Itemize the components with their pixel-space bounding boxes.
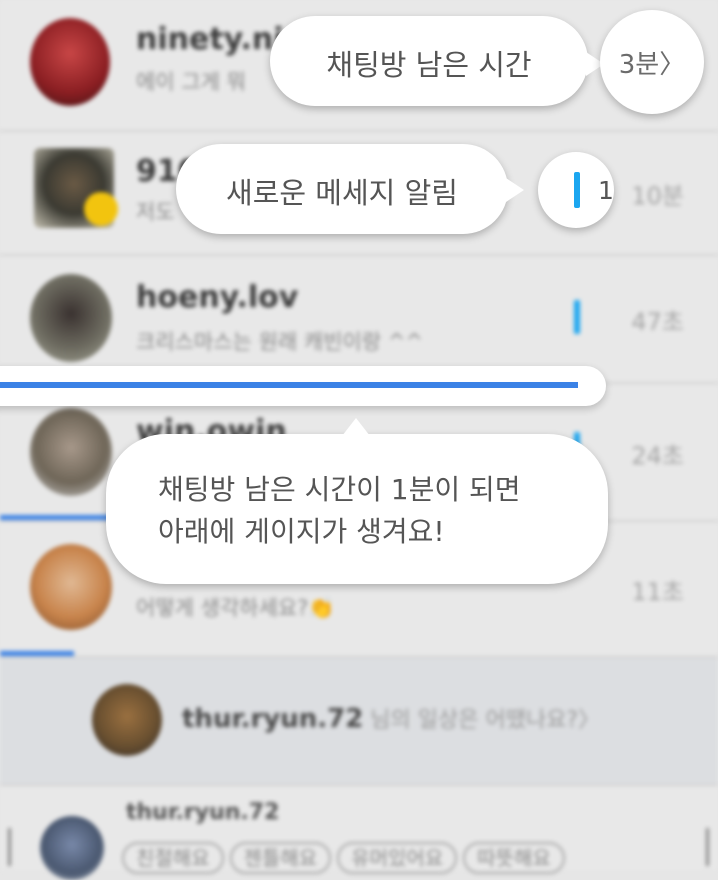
chat-name: hoeny.lov: [136, 280, 299, 315]
tooltip-tail: [506, 178, 524, 202]
avatar: [92, 684, 162, 756]
highlight-gauge: [0, 366, 606, 406]
scroll-edge-left: [8, 828, 11, 866]
highlight-time-3min[interactable]: 3분〉: [600, 10, 704, 114]
unread-indicator: [574, 300, 580, 334]
chat-preview: 에이 그게 뭐: [136, 70, 246, 94]
remaining-time-gauge: [0, 651, 74, 656]
banner-name: thur.ryun.72: [182, 704, 364, 734]
remaining-time-gauge: [0, 382, 578, 388]
tooltip-text: 채팅방 남은 시간: [326, 48, 532, 82]
unread-indicator: [574, 172, 580, 208]
avatar: [40, 816, 104, 880]
chat-time: 10분: [631, 182, 684, 210]
feedback-name: thur.ryun.72: [126, 800, 280, 825]
tooltip-text: 새로운 메세지 알림: [226, 176, 458, 210]
highlight-time-text: 3분〉: [618, 49, 686, 80]
feedback-chips: 친절해요 젠틀해요 유머있어요 따뜻해요: [122, 842, 571, 874]
chat-row[interactable]: hoeny.lov 크리스마스는 원래 캐빈이랑 ^^ 47초: [0, 256, 718, 384]
tooltip-new-message: 새로운 메세지 알림: [176, 144, 524, 234]
scroll-edge-right: [706, 828, 709, 866]
feedback-chip[interactable]: 친절해요: [122, 842, 224, 874]
feedback-row: thur.ryun.72 친절해요 젠틀해요 유머있어요 따뜻해요: [0, 786, 718, 880]
chat-time: 11초: [631, 578, 684, 606]
chat-preview: 크리스마스는 원래 캐빈이랑 ^^: [136, 330, 424, 354]
daily-banner[interactable]: thur.ryun.72 님의 일상은 어땠나요?〉: [0, 658, 718, 786]
banner-question: 님의 일상은 어땠나요?〉: [363, 708, 601, 733]
tooltip-gauge-explanation: 채팅방 남은 시간이 1분이 되면 아래에 게이지가 생겨요!: [106, 418, 608, 584]
chat-time: 47초: [631, 308, 684, 336]
tooltip-text-line-2: 아래에 게이지가 생겨요!: [158, 515, 445, 548]
chat-time: 24초: [631, 442, 684, 470]
feedback-chip[interactable]: 유머있어요: [337, 842, 458, 874]
feedback-chip[interactable]: 따뜻해요: [463, 842, 565, 874]
feedback-chip[interactable]: 젠틀해요: [229, 842, 332, 874]
badge-icon: [84, 192, 118, 226]
highlight-unread[interactable]: 1: [538, 152, 614, 228]
chat-name: ninety.ni: [136, 22, 284, 57]
avatar: [30, 274, 112, 362]
tooltip-remaining-time: 채팅방 남은 시간: [270, 16, 604, 106]
avatar: [30, 408, 112, 496]
remaining-time-gauge: [0, 515, 120, 520]
avatar: [30, 18, 110, 106]
avatar: [30, 544, 112, 630]
highlight-unread-text: 1: [598, 175, 614, 205]
chat-preview: 저도: [136, 200, 175, 224]
tooltip-tail: [342, 418, 370, 436]
chat-preview: 어떻게 생각하세요?👏: [136, 596, 335, 620]
tooltip-text-line-1: 채팅방 남은 시간이 1분이 되면: [158, 473, 521, 506]
banner-text: thur.ryun.72 님의 일상은 어땠나요?〉: [182, 702, 600, 734]
